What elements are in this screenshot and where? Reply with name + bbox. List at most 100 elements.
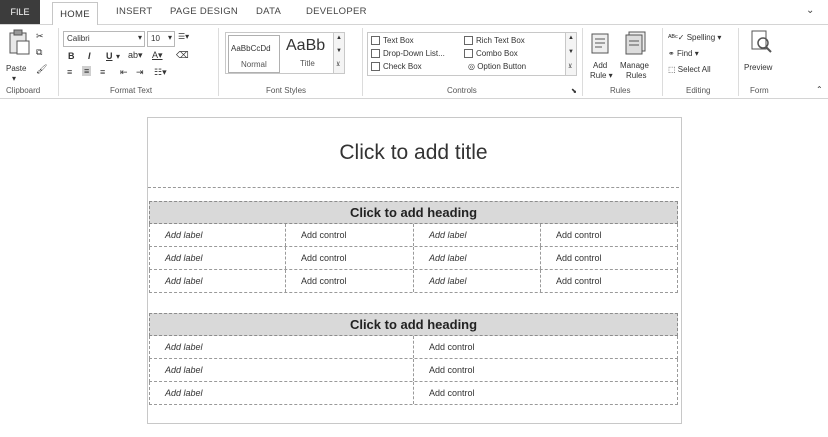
field-label[interactable]: Add label: [414, 224, 541, 246]
field-label[interactable]: Add label: [414, 247, 541, 269]
chevron-down-icon: ▾: [137, 33, 142, 42]
bullets-icon[interactable]: ☷▾: [154, 67, 167, 78]
font-styles-gallery: AaBbCcDd Normal AaBb Title ▲ ▼ ⊻: [225, 32, 345, 74]
section-heading[interactable]: Click to add heading: [149, 313, 678, 336]
tab-insert[interactable]: INSERT: [116, 6, 152, 17]
align-center-icon[interactable]: ≡: [82, 66, 92, 76]
scroll-down-icon[interactable]: ▼: [568, 49, 574, 55]
more-icon[interactable]: ⊻: [568, 63, 572, 70]
ribbon-minimize-icon[interactable]: ⌄: [806, 5, 815, 16]
combo-box-control[interactable]: Combo Box: [464, 49, 518, 59]
field-control[interactable]: Add control: [286, 224, 414, 246]
field-control[interactable]: Add control: [414, 359, 677, 381]
drop-down-list-label: Drop-Down List...: [383, 49, 445, 58]
preview-button[interactable]: [750, 29, 772, 58]
table-row: Add label Add control: [149, 359, 678, 382]
manage-rules-button[interactable]: [625, 31, 647, 60]
rich-text-box-control[interactable]: Rich Text Box: [464, 36, 525, 46]
field-control[interactable]: Add control: [541, 224, 677, 246]
tab-file[interactable]: FILE: [0, 0, 40, 24]
style-normal[interactable]: AaBbCcDd Normal: [228, 35, 280, 73]
table-row: Add label Add control Add label Add control: [149, 270, 678, 293]
scroll-up-icon[interactable]: ▲: [336, 35, 342, 41]
field-label[interactable]: Add label: [150, 270, 286, 292]
style-title[interactable]: AaBb Title: [282, 35, 332, 71]
field-label[interactable]: Add label: [150, 247, 286, 269]
divider: [58, 28, 59, 96]
spelling-icon: ᴬᴮᶜ✓: [668, 33, 687, 42]
font-size-box[interactable]: 10 ▾: [147, 31, 175, 47]
binoculars-icon: ⚭: [668, 49, 677, 58]
field-control[interactable]: Add control: [286, 270, 414, 292]
text-box-control[interactable]: Text Box: [371, 36, 414, 46]
select-all-button[interactable]: ⬚ Select All: [668, 65, 711, 74]
field-label[interactable]: Add label: [150, 336, 414, 358]
field-control[interactable]: Add control: [286, 247, 414, 269]
underline-button[interactable]: U: [106, 51, 113, 61]
group-label-format-text: Format Text: [110, 86, 153, 95]
field-control[interactable]: Add control: [414, 382, 677, 404]
section-heading[interactable]: Click to add heading: [149, 201, 678, 224]
spelling-button[interactable]: ᴬᴮᶜ✓ Spelling ▾: [668, 33, 721, 42]
add-rule-button[interactable]: [591, 33, 611, 60]
find-label: Find: [676, 49, 693, 58]
find-button[interactable]: ⚭ Find ▾: [668, 49, 699, 58]
field-control[interactable]: Add control: [414, 336, 677, 358]
align-left-icon[interactable]: ≡: [67, 67, 72, 77]
highlight-icon[interactable]: ab▾: [128, 50, 143, 61]
combo-box-icon: [464, 49, 473, 59]
dialog-launcher-icon[interactable]: ⬊: [571, 87, 577, 95]
option-button-control[interactable]: ◎ Option Button: [468, 62, 526, 71]
format-painter-icon[interactable]: 🖌: [36, 64, 47, 75]
increase-indent-icon[interactable]: ⇥: [136, 67, 144, 78]
style-normal-preview: AaBbCcDd: [231, 44, 271, 53]
divider: [582, 28, 583, 96]
option-button-icon: ◎: [468, 62, 478, 71]
font-name-box[interactable]: Calibri ▾: [63, 31, 145, 47]
cut-icon[interactable]: ✂: [36, 31, 44, 42]
paste-button[interactable]: [8, 29, 30, 60]
controls-scrollbar[interactable]: ▲ ▼ ⊻: [565, 33, 576, 75]
chevron-down-icon[interactable]: ▾: [116, 52, 120, 61]
clear-formatting-icon[interactable]: ⌫: [176, 50, 189, 61]
rich-text-box-icon: [464, 36, 473, 46]
font-color-icon[interactable]: A▾: [152, 50, 163, 61]
table-row: Add label Add control Add label Add control: [149, 224, 678, 247]
scroll-down-icon[interactable]: ▼: [336, 48, 342, 54]
paste-dropdown-icon[interactable]: ▾: [12, 74, 16, 84]
text-box-icon: [371, 36, 380, 46]
ribbon-right-area: ⌃: [790, 25, 828, 99]
group-label-rules: Rules: [610, 86, 631, 95]
scroll-up-icon[interactable]: ▲: [568, 35, 574, 41]
field-label[interactable]: Add label: [150, 359, 414, 381]
check-box-icon: [371, 62, 380, 72]
field-label[interactable]: Add label: [150, 224, 286, 246]
form-title[interactable]: Click to add title: [148, 118, 679, 188]
decrease-indent-icon[interactable]: ⇤: [120, 67, 128, 78]
collapse-ribbon-icon[interactable]: ⌃: [816, 85, 823, 94]
combo-box-label: Combo Box: [476, 49, 518, 58]
italic-button[interactable]: I: [88, 51, 91, 61]
more-icon[interactable]: ⊻: [336, 61, 340, 68]
check-box-control[interactable]: Check Box: [371, 62, 422, 72]
spelling-label: Spelling: [686, 33, 716, 42]
rich-text-box-label: Rich Text Box: [476, 36, 525, 45]
align-right-icon[interactable]: ≡: [100, 67, 105, 77]
field-label[interactable]: Add label: [414, 270, 541, 292]
tab-data[interactable]: DATA: [256, 6, 281, 17]
table-row: Add label Add control Add label Add control: [149, 247, 678, 270]
select-all-label: Select All: [677, 65, 711, 74]
copy-icon[interactable]: ⧉: [36, 47, 42, 58]
field-label[interactable]: Add label: [150, 382, 414, 404]
gallery-scrollbar[interactable]: ▲ ▼ ⊻: [333, 33, 344, 73]
bold-button[interactable]: B: [68, 51, 75, 61]
field-control[interactable]: Add control: [541, 270, 677, 292]
drop-down-list-control[interactable]: Drop-Down List...: [371, 49, 445, 59]
tab-home[interactable]: HOME: [52, 2, 98, 27]
manage-rules-icon: [625, 31, 646, 55]
preview-icon: [751, 30, 772, 53]
tab-page-design[interactable]: PAGE DESIGN: [170, 6, 238, 17]
field-control[interactable]: Add control: [541, 247, 677, 269]
tab-developer[interactable]: DEVELOPER: [306, 6, 367, 17]
line-spacing-icon[interactable]: ☰▾: [178, 32, 189, 41]
